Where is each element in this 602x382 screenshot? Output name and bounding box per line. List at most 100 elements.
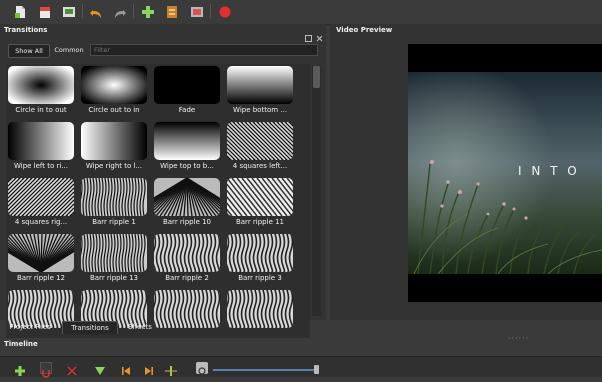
transition-label: Barr ripple 1: [92, 218, 136, 226]
timeline-resize-grip[interactable]: ······: [508, 334, 529, 343]
tab-transitions[interactable]: Transitions: [62, 321, 118, 334]
transition-label: Barr ripple 2: [165, 274, 209, 282]
video-preview-frame: I N T O: [408, 44, 602, 302]
undo-icon[interactable]: [89, 4, 103, 18]
transition-thumbnail-image: [81, 66, 147, 104]
transition-tile[interactable]: Wipe left to ri...: [6, 120, 76, 178]
transition-thumbnail: [227, 234, 293, 272]
filter-input[interactable]: [90, 44, 318, 56]
transition-tile[interactable]: Barr ripple 13: [79, 232, 149, 290]
transition-thumbnail: [154, 66, 220, 104]
transitions-panel: Transitions Show All Common Circle in to…: [0, 24, 326, 338]
show-all-button[interactable]: Show All: [8, 44, 50, 58]
transition-tile[interactable]: Circle out to in: [79, 64, 149, 122]
zoom-icon[interactable]: [196, 362, 208, 375]
transition-thumbnail-image: [227, 122, 293, 160]
transition-thumbnail-image: [154, 178, 220, 216]
add-track-icon[interactable]: [14, 362, 26, 376]
transition-thumbnail: [154, 234, 220, 272]
save-project-icon[interactable]: [62, 4, 76, 18]
transitions-grid: Circle in to out Circle out to in Fade Wipe…: [6, 64, 310, 338]
transition-tile[interactable]: Circle in to out: [6, 64, 76, 122]
add-marker-icon[interactable]: [94, 362, 106, 375]
transition-thumbnail: [227, 178, 293, 216]
transition-tile[interactable]: Barr ripple 10: [152, 176, 222, 234]
transition-label: Wipe left to ri...: [13, 162, 68, 170]
next-marker-icon[interactable]: [143, 362, 155, 375]
transition-thumbnail-image: [227, 66, 293, 104]
transition-thumbnail-image: [227, 234, 293, 272]
openshot-window: Transitions Show All Common Circle in to…: [0, 0, 602, 378]
close-panel-icon[interactable]: [316, 27, 323, 42]
transition-tile[interactable]: Barr ripple 2: [152, 232, 222, 290]
transition-thumbnail-image: [154, 234, 220, 272]
export-video-icon[interactable]: [218, 4, 232, 18]
transition-tile[interactable]: Barr ripple 1: [79, 176, 149, 234]
previous-marker-icon[interactable]: [120, 362, 132, 375]
transition-tile[interactable]: Barr ripple 3: [225, 232, 295, 290]
transition-label: Barr ripple 11: [235, 218, 285, 226]
panel-title: Video Preview: [336, 26, 393, 34]
center-playhead-icon[interactable]: [164, 362, 177, 376]
float-panel-icon[interactable]: [305, 27, 312, 42]
transition-thumbnail-image: [81, 122, 147, 160]
redo-icon[interactable]: [113, 4, 127, 18]
snap-icon[interactable]: [40, 362, 52, 378]
transition-thumbnail: [8, 234, 74, 272]
transition-thumbnail: [227, 122, 293, 160]
transition-tile[interactable]: Wipe top to b...: [152, 120, 222, 178]
open-project-icon[interactable]: [38, 4, 52, 18]
transition-thumbnail-image: [154, 122, 220, 160]
tab-effects[interactable]: Effects: [120, 321, 160, 334]
transition-tile[interactable]: Fade: [152, 64, 222, 122]
video-overlay-text: I N T O: [518, 164, 580, 178]
transition-thumbnail: [154, 178, 220, 216]
common-button[interactable]: Common: [51, 44, 87, 56]
transition-tile[interactable]: Barr ripple 11: [225, 176, 295, 234]
transition-label: Barr ripple 3: [238, 274, 282, 282]
transitions-scrollbar[interactable]: [312, 66, 321, 316]
transition-label: Barr ripple 10: [162, 218, 212, 226]
transition-thumbnail: [81, 234, 147, 272]
transition-thumbnail-image: [8, 234, 74, 272]
transition-label: Wipe bottom ...: [233, 106, 287, 114]
zoom-slider-track[interactable]: [213, 369, 319, 371]
transition-thumbnail: [81, 178, 147, 216]
import-files-icon[interactable]: [141, 4, 155, 18]
toolbar-separator: [210, 4, 211, 19]
transition-thumbnail: [8, 122, 74, 160]
transition-label: Barr ripple 12: [16, 274, 66, 282]
transition-label: Circle out to in: [88, 106, 140, 114]
fullscreen-icon[interactable]: [190, 4, 204, 18]
panel-title: Timeline: [4, 340, 38, 348]
toolbar-separator: [133, 4, 134, 19]
dock-tabs: Project Files Transitions Effects: [0, 321, 326, 334]
transition-thumbnail-image: [8, 66, 74, 104]
transition-thumbnail-image: [227, 178, 293, 216]
transition-tile[interactable]: Wipe bottom ...: [225, 64, 295, 122]
transition-thumbnail: [154, 122, 220, 160]
transition-thumbnail: [81, 66, 147, 104]
profile-icon[interactable]: [165, 4, 179, 18]
transition-thumbnail-image: [8, 178, 74, 216]
toolbar-separator: [82, 4, 83, 19]
transition-tile[interactable]: 4 squares left...: [225, 120, 295, 178]
transition-thumbnail: [227, 66, 293, 104]
zoom-slider-handle[interactable]: [314, 365, 319, 374]
transition-label: Wipe top to b...: [160, 162, 214, 170]
new-project-icon[interactable]: [13, 4, 27, 18]
transition-thumbnail-image: [81, 234, 147, 272]
transition-label: Barr ripple 13: [89, 274, 139, 282]
video-preview-panel: Video Preview I N T O: [330, 24, 602, 320]
transition-thumbnail: [8, 178, 74, 216]
transition-tile[interactable]: 4 squares rig...: [6, 176, 76, 234]
tab-project-files[interactable]: Project Files: [2, 321, 58, 334]
razor-icon[interactable]: [66, 362, 78, 376]
scrollbar-thumb[interactable]: [313, 66, 320, 88]
transition-thumbnail-image: [81, 178, 147, 216]
transition-tile[interactable]: Barr ripple 12: [6, 232, 76, 290]
transition-label: 4 squares left...: [232, 162, 288, 170]
transition-tile[interactable]: Wipe right to l...: [79, 120, 149, 178]
transition-thumbnail-image: [8, 122, 74, 160]
transition-label: 4 squares rig...: [14, 218, 68, 226]
